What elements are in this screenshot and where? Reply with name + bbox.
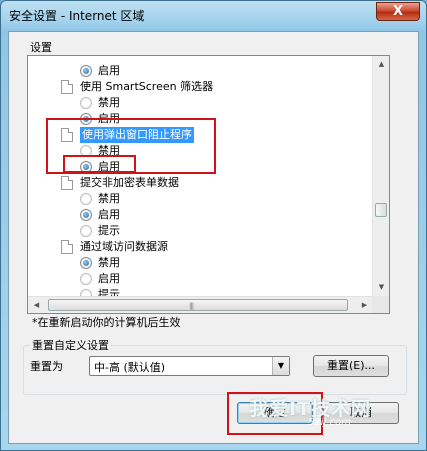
setting-option[interactable]: 禁用 xyxy=(28,191,368,207)
setting-option[interactable]: 启用 xyxy=(28,207,368,223)
scroll-right-icon[interactable]: ▶ xyxy=(356,297,373,313)
radio-unchecked[interactable] xyxy=(80,273,92,285)
setting-option-label: 启用 xyxy=(98,272,120,285)
setting-category-label: 提交非加密表单数据 xyxy=(80,176,179,189)
reset-button[interactable]: 重置(E)... xyxy=(313,355,389,377)
settings-group-label: 设置 xyxy=(30,41,52,54)
setting-option[interactable]: 启用 xyxy=(28,271,368,287)
restart-note: *在重新启动你的计算机后生效 xyxy=(32,316,181,329)
setting-option[interactable]: 启用 xyxy=(28,63,368,79)
setting-option-label: 启用 xyxy=(98,64,120,77)
vertical-scroll-thumb[interactable] xyxy=(375,203,387,217)
reset-group-label: 重置自定义设置 xyxy=(30,337,111,353)
radio-unchecked[interactable] xyxy=(80,193,92,205)
scroll-left-icon[interactable]: ◀ xyxy=(28,297,45,313)
setting-option[interactable]: 禁用 xyxy=(28,255,368,271)
setting-option[interactable]: 提示 xyxy=(28,223,368,239)
setting-option-label: 启用 xyxy=(98,208,120,221)
watermark-sub: 52ij.com xyxy=(308,417,351,428)
setting-category[interactable]: 提交非加密表单数据 xyxy=(28,175,368,191)
setting-category-label: 通过域访问数据源 xyxy=(80,240,168,253)
setting-option-label: 提示 xyxy=(98,224,120,237)
horizontal-scrollbar[interactable]: ◀ ||| ▶ xyxy=(28,296,373,313)
vertical-scrollbar[interactable]: ▲ ▼ xyxy=(372,56,389,296)
setting-category[interactable]: 通过域访问数据源 xyxy=(28,239,368,255)
window-title: 安全设置 - Internet 区域 xyxy=(9,9,145,23)
reset-to-label: 重置为 xyxy=(30,360,63,373)
radio-unchecked[interactable] xyxy=(80,225,92,237)
title-bar[interactable]: 安全设置 - Internet 区域 X xyxy=(1,1,426,27)
highlight-box-enable-option xyxy=(63,155,136,173)
close-button[interactable]: X xyxy=(376,2,420,21)
horizontal-scroll-thumb[interactable]: ||| xyxy=(48,299,348,311)
radio-checked[interactable] xyxy=(80,65,92,77)
security-settings-dialog: 安全设置 - Internet 区域 X 设置 启用使用 SmartScreen… xyxy=(0,0,427,451)
chevron-down-icon[interactable]: ▼ xyxy=(272,357,289,375)
settings-list[interactable]: 启用 使用 SmartScreen 筛选器 禁用 启用 使用弹出窗口阻止程序 禁用 启用 提交… xyxy=(27,55,390,314)
scroll-up-icon[interactable]: ▲ xyxy=(373,56,389,73)
document-icon xyxy=(61,80,73,94)
document-icon xyxy=(61,176,73,190)
setting-category[interactable]: 使用 SmartScreen 筛选器 xyxy=(28,79,368,95)
reset-level-select[interactable]: 中-高 (默认值) ▼ xyxy=(89,356,290,376)
setting-option-label: 禁用 xyxy=(98,256,120,269)
scroll-down-icon[interactable]: ▼ xyxy=(373,279,389,296)
setting-option-label: 禁用 xyxy=(98,96,120,109)
grip-icon: ||| xyxy=(189,302,194,310)
setting-option-label: 禁用 xyxy=(98,192,120,205)
scrollbar-corner xyxy=(372,296,389,313)
radio-checked[interactable] xyxy=(80,209,92,221)
document-icon xyxy=(61,240,73,254)
radio-unchecked[interactable] xyxy=(80,97,92,109)
reset-level-value: 中-高 (默认值) xyxy=(94,361,166,374)
radio-checked[interactable] xyxy=(80,257,92,269)
setting-category-label: 使用 SmartScreen 筛选器 xyxy=(80,80,214,93)
setting-option[interactable]: 禁用 xyxy=(28,95,368,111)
